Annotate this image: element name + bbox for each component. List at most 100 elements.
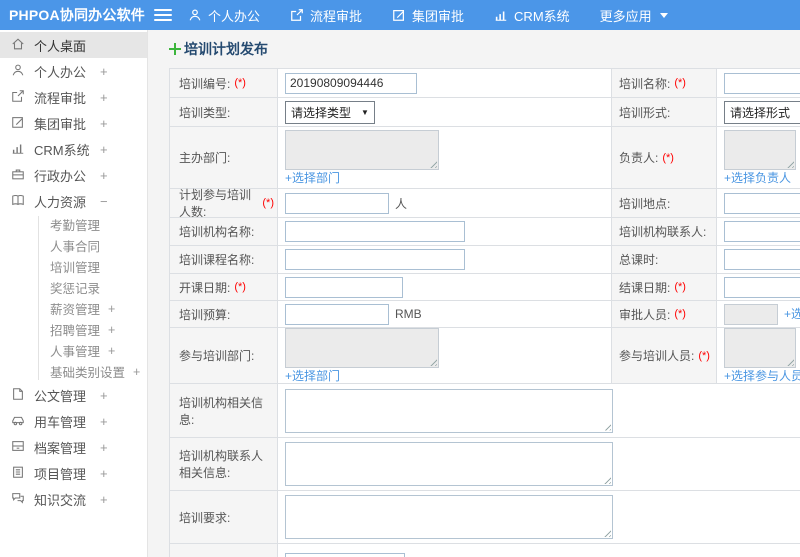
participating-departments-textarea[interactable] — [285, 328, 439, 368]
caret-down-icon — [659, 12, 668, 18]
field-label: 参与培训人员: — [619, 349, 695, 363]
sidebar-item-project-mgmt[interactable]: 项目管理 + — [0, 460, 147, 486]
sidebar-item-personnel-mgmt[interactable]: 人事管理 + — [0, 340, 147, 361]
sidebar-item-attendance-mgmt[interactable]: 考勤管理 — [0, 214, 147, 235]
nav-crm-system[interactable]: CRM系统 — [494, 6, 570, 25]
form-row: 参与培训部门: +选择部门 参与培训人员: (*) +选择参与人员 — [170, 328, 800, 384]
person-icon — [11, 63, 25, 80]
main-content: 培训计划发布 培训编号:(*) 培训名称:(*) 培训类型: 请选择类型▼ 培训… — [148, 30, 800, 557]
host-department-textarea[interactable] — [285, 130, 439, 170]
select-department-link[interactable]: +选择部门 — [285, 171, 340, 185]
book-icon — [11, 193, 25, 210]
required-mark: (*) — [674, 77, 686, 89]
field-label: 培训课程名称: — [179, 253, 255, 267]
select-department-link[interactable]: +选择部门 — [285, 369, 340, 383]
menu-toggle-button[interactable] — [154, 9, 172, 21]
required-mark: (*) — [234, 77, 246, 89]
nav-personal-office[interactable]: 个人办公 — [188, 6, 260, 25]
chat-icon — [11, 491, 25, 508]
add-plus-icon — [169, 43, 181, 55]
form-row: 培训机构相关信息: — [170, 384, 800, 438]
field-label: 培训要求: — [179, 510, 231, 525]
sidebar-item-personal-desktop[interactable]: 个人桌面 — [0, 32, 147, 58]
archive-icon — [11, 439, 25, 456]
field-label: 主办部门: — [179, 151, 231, 165]
training-org-contact-info-textarea[interactable] — [285, 442, 613, 486]
sidebar-item-personnel-contract[interactable]: 人事合同 — [0, 235, 147, 256]
training-org-name-input[interactable] — [285, 221, 465, 242]
training-org-contact-input[interactable] — [724, 221, 800, 242]
form-row: 开课日期: (*) 结课日期: (*) — [170, 274, 800, 301]
sidebar-item-admin-office[interactable]: 行政办公 + — [0, 162, 147, 188]
training-budget-input[interactable] — [285, 303, 389, 325]
attachment-input[interactable] — [285, 553, 405, 557]
field-label: 负责人: — [619, 151, 659, 165]
currency-suffix: RMB — [395, 307, 422, 321]
training-name-input[interactable] — [724, 72, 800, 94]
sidebar-item-salary-mgmt[interactable]: 薪资管理 + — [0, 298, 147, 319]
required-mark: (*) — [698, 349, 710, 362]
nav-group-approval[interactable]: 集团审批 — [392, 6, 464, 25]
end-date-input[interactable] — [724, 276, 800, 298]
training-type-select[interactable]: 请选择类型 ▼ — [285, 100, 375, 124]
form-row: 培训要求: — [170, 491, 800, 544]
sidebar-item-personal-office[interactable]: 个人办公 + — [0, 58, 147, 84]
required-mark: (*) — [674, 281, 686, 293]
sidebar-item-archive-mgmt[interactable]: 档案管理 + — [0, 434, 147, 460]
document-icon — [11, 387, 25, 404]
unit-suffix: 人 — [395, 196, 408, 211]
training-org-info-textarea[interactable] — [285, 388, 613, 433]
sidebar-item-crm-system[interactable]: CRM系统 + — [0, 136, 147, 162]
sidebar-item-human-resources[interactable]: 人力资源 − — [0, 188, 147, 214]
clipboard-icon — [11, 465, 25, 482]
sidebar-item-workflow-approval[interactable]: 流程审批 + — [0, 84, 147, 110]
training-location-input[interactable] — [724, 192, 800, 214]
field-label: 培训名称: — [619, 76, 671, 91]
sidebar-item-vehicle-mgmt[interactable]: 用车管理 + — [0, 408, 147, 434]
sidebar-item-official-doc-mgmt[interactable]: 公文管理 + — [0, 382, 147, 408]
nav-more-apps[interactable]: 更多应用 — [600, 6, 668, 25]
field-label: 结课日期: — [619, 280, 671, 295]
field-label: 计划参与培训人数: — [179, 188, 252, 219]
training-form-select[interactable]: 请选择形式▼ — [724, 100, 800, 124]
sidebar-item-knowledge-exchange[interactable]: 知识交流 + — [0, 486, 147, 512]
participants-textarea[interactable] — [724, 328, 796, 368]
edit-icon — [392, 8, 406, 22]
field-label: 开课日期: — [179, 280, 231, 295]
form-row: 培训编号:(*) 培训名称:(*) — [170, 69, 800, 98]
top-header: PHPOA协同办公软件 个人办公 流程审批 集团审批 CRM系统 更多应用 — [0, 0, 800, 30]
field-label: 培训机构联系人相关信息: — [179, 449, 264, 480]
bar-chart-icon — [11, 141, 25, 158]
sidebar-item-training-mgmt[interactable]: 培训管理 — [0, 256, 147, 277]
workflow-icon — [290, 8, 304, 22]
field-label: 总课时: — [619, 253, 659, 267]
sidebar-item-group-approval[interactable]: 集团审批 + — [0, 110, 147, 136]
select-responsible-link[interactable]: +选择负责人 — [724, 171, 791, 185]
responsible-person-textarea[interactable] — [724, 130, 796, 170]
select-approver-link[interactable]: +选择审批人员 — [784, 307, 800, 321]
training-requirements-textarea[interactable] — [285, 495, 613, 539]
bar-chart-icon — [494, 8, 508, 22]
form-row: 计划参与培训人数: (*) 人 培训地点: — [170, 188, 800, 219]
field-label: 培训编号: — [179, 76, 231, 91]
sidebar-item-recruitment-mgmt[interactable]: 招聘管理 + — [0, 319, 147, 340]
home-icon — [11, 37, 25, 54]
planned-participants-input[interactable] — [285, 192, 389, 214]
training-number-input[interactable] — [285, 72, 417, 94]
total-hours-input[interactable] — [724, 249, 800, 270]
select-arrow-icon: ▼ — [361, 107, 369, 117]
sidebar-item-reward-punishment[interactable]: 奖惩记录 — [0, 277, 147, 298]
start-date-input[interactable] — [285, 276, 403, 298]
form-row: 培训机构名称: 培训机构联系人: — [170, 218, 800, 246]
sidebar-item-base-category-settings[interactable]: 基础类别设置 + — [0, 361, 147, 382]
field-label: 培训地点: — [619, 196, 671, 211]
top-nav: 个人办公 流程审批 集团审批 CRM系统 更多应用 — [188, 6, 668, 25]
nav-workflow-approval[interactable]: 流程审批 — [290, 6, 362, 25]
select-participants-link[interactable]: +选择参与人员 — [724, 369, 800, 383]
course-name-input[interactable] — [285, 249, 465, 270]
app-logo: PHPOA协同办公软件 — [9, 7, 145, 23]
field-label: 参与培训部门: — [179, 349, 255, 363]
approver-input[interactable] — [724, 303, 778, 325]
required-mark: (*) — [662, 151, 674, 164]
person-icon — [188, 8, 202, 22]
